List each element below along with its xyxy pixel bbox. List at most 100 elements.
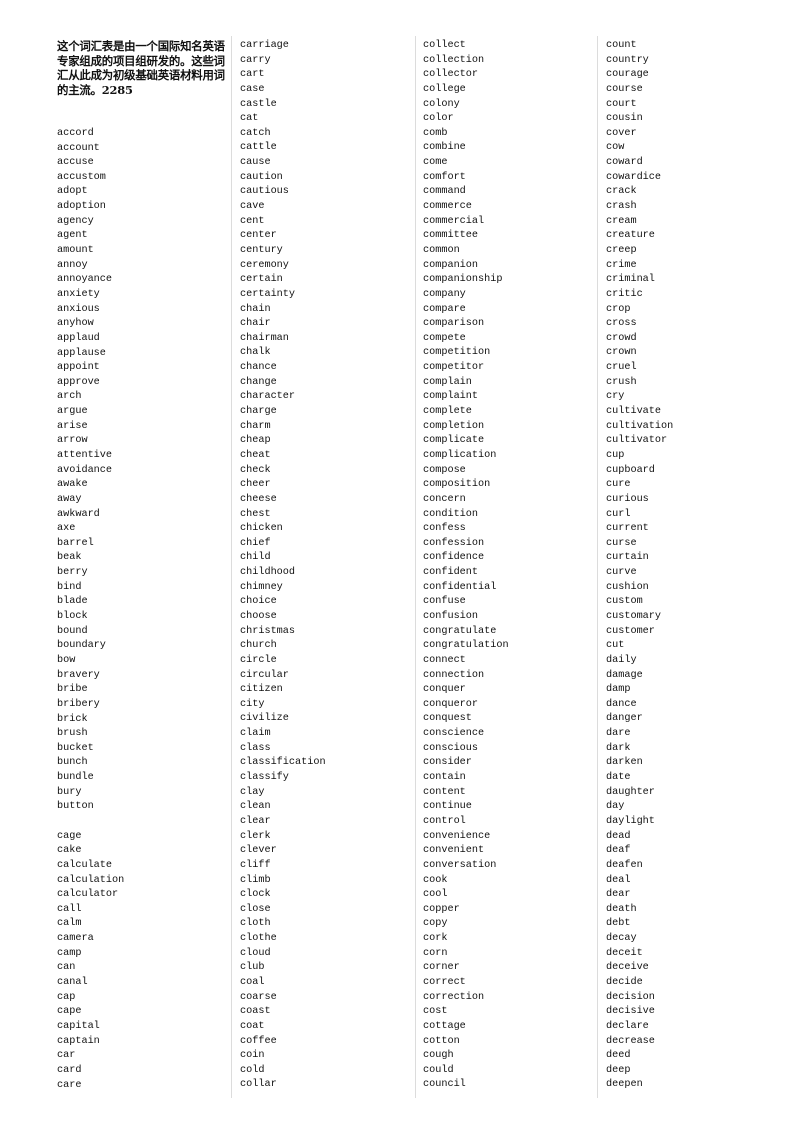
word-entry: cupboard [606, 464, 655, 476]
word-entry: compete [423, 332, 466, 344]
word-entry: circle [240, 654, 277, 666]
word-entry: competition [423, 347, 491, 359]
word-entry: country [606, 54, 649, 66]
word-entry: classify [240, 772, 289, 784]
word-entry: curtain [606, 552, 649, 564]
word-entry: concern [423, 493, 466, 505]
word-entry: companionship [423, 274, 503, 286]
word-entry: clock [240, 889, 271, 901]
word-entry: deepen [606, 1079, 643, 1091]
word-entry: cook [423, 874, 448, 886]
word-entry: common [423, 244, 460, 256]
word-entry: conscience [423, 728, 485, 740]
word-entry: current [606, 523, 649, 535]
word-entry: copper [423, 903, 460, 915]
word-entry: conversation [423, 859, 497, 871]
word-entry: deal [606, 874, 631, 886]
word-entry: ceremony [240, 259, 289, 271]
word-entry: child [240, 552, 271, 564]
word-entry: argue [57, 406, 88, 418]
word-entry: cream [606, 215, 637, 227]
word-entry: chalk [240, 347, 271, 359]
word-entry: cloud [240, 947, 271, 959]
column-divider [415, 36, 416, 1098]
word-entry: decrease [606, 1035, 655, 1047]
word-entry: court [606, 98, 637, 110]
word-entry: avoidance [57, 464, 113, 476]
word-entry: account [57, 142, 100, 154]
word-entry: day [606, 801, 625, 813]
word-entry: congratulation [423, 640, 509, 652]
word-entry: colony [423, 98, 460, 110]
word-entry: berry [57, 567, 88, 579]
word-entry: cool [423, 889, 448, 901]
word-entry: correct [423, 977, 466, 988]
word-entry: combine [423, 142, 466, 154]
word-entry: circular [240, 669, 289, 681]
word-entry: committee [423, 230, 479, 242]
word-entry: chain [240, 303, 271, 315]
word-entry: city [240, 698, 265, 710]
word-entry: blade [57, 596, 88, 608]
word-entry: connect [423, 654, 466, 666]
word-entry: car [57, 1050, 76, 1062]
word-entry: cliff [240, 859, 271, 871]
word-entry: complain [423, 376, 472, 388]
word-entry: awake [57, 479, 88, 491]
word-entry: college [423, 83, 466, 95]
word-entry: company [423, 288, 466, 300]
word-entry: copy [423, 918, 448, 930]
word-entry: continue [423, 801, 472, 813]
word-entry: attentive [57, 449, 113, 461]
word-entry: applause [57, 347, 106, 359]
word-column-4: count country courage course court cousin cove… [606, 39, 781, 1093]
word-column-1: 这个词汇表是由一个国际知名英语专家组成的项目组研发的。这些词汇从此成为初级基础英… [57, 39, 232, 1093]
word-entry: bundle [57, 772, 94, 784]
word-entry: canal [57, 977, 88, 989]
word-entry: cheer [240, 479, 271, 491]
word-entry: cover [606, 127, 637, 139]
word-entry: decide [606, 977, 643, 988]
word-entry: confess [423, 523, 466, 535]
word-entry: character [240, 391, 296, 403]
word-entry: castle [240, 98, 277, 110]
word-entry: church [240, 640, 277, 652]
word-entry: cultivator [606, 435, 668, 447]
word-entry: crash [606, 201, 637, 213]
word-entry: calculate [57, 859, 113, 871]
word-entry: calculation [57, 874, 125, 886]
word-entry: criminal [606, 274, 655, 286]
word-entry: cheese [240, 493, 277, 505]
word-entry: deceive [606, 962, 649, 974]
word-entry: collection [423, 54, 485, 66]
word-entry: color [423, 113, 454, 125]
word-entry: arise [57, 420, 88, 432]
word-entry: case [240, 83, 265, 95]
word-entry: christmas [240, 625, 296, 637]
word-entry: annoy [57, 259, 88, 271]
word-entry: decisive [606, 1006, 655, 1018]
word-entry: brick [57, 713, 88, 725]
word-entry: deafen [606, 859, 643, 871]
word-entry: daily [606, 654, 637, 666]
word-entry: curious [606, 493, 649, 505]
word-entry: date [606, 772, 631, 784]
word-entry: charm [240, 420, 271, 432]
word-entry: annoyance [57, 274, 113, 286]
word-entry: coast [240, 1006, 271, 1018]
word-entry: card [57, 1064, 82, 1076]
word-entry: charge [240, 406, 277, 418]
word-entry: damp [606, 684, 631, 696]
word-entry: creep [606, 244, 637, 256]
word-entry: coat [240, 1020, 265, 1032]
word-entry: comparison [423, 318, 485, 330]
word-entry: bury [57, 786, 82, 798]
word-entry: axe [57, 523, 76, 535]
word-entry: beak [57, 552, 82, 564]
word-entry: bravery [57, 669, 100, 681]
word-entry: convenient [423, 845, 485, 857]
word-entry: coal [240, 977, 265, 988]
word-entry: content [423, 786, 466, 798]
word-entry: cushion [606, 581, 649, 593]
word-entry: calculator [57, 889, 119, 901]
